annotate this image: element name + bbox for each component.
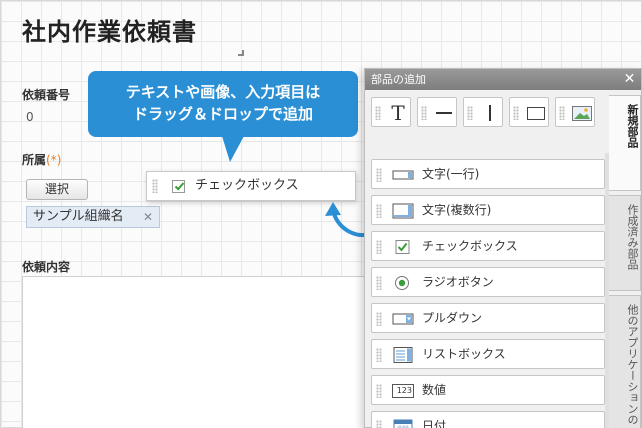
drag-grip-icon: [376, 384, 382, 398]
callout-line-1: テキストや画像、入力項目は: [125, 83, 321, 101]
part-item-dropdown[interactable]: プルダウン: [371, 303, 605, 333]
request-no-label: 依頼番号: [22, 88, 71, 102]
tab-created-parts[interactable]: 作成済み部品: [609, 195, 641, 291]
close-icon[interactable]: ✕: [622, 72, 637, 87]
tab-new-parts[interactable]: 新規部品: [609, 95, 641, 191]
part-item-single-line-text[interactable]: 文字(一行): [371, 159, 605, 189]
callout-tail: [222, 136, 244, 162]
panel-title: 部品の追加: [371, 73, 426, 86]
horizontal-line-tool[interactable]: [417, 97, 457, 127]
content-textarea[interactable]: [22, 276, 372, 428]
drag-grip-icon: [467, 106, 473, 120]
dropdown-icon: [392, 313, 414, 325]
drag-grip-icon: [375, 106, 381, 120]
parts-panel: 部品の追加 ✕ T 文字(一行) 文字(複数行) チェックボックス ラジオボタン…: [364, 68, 642, 428]
drag-grip-icon: [376, 168, 382, 182]
number-icon: 123: [392, 384, 414, 398]
drag-grip-icon: [421, 106, 427, 120]
horizontal-line-icon: [433, 98, 455, 128]
drag-grip-icon: [376, 276, 382, 290]
part-item-multi-line-text[interactable]: 文字(複数行): [371, 195, 605, 225]
image-tool[interactable]: [555, 97, 595, 127]
multi-line-text-icon: [392, 203, 414, 219]
drag-grip-icon: [376, 204, 382, 218]
dragging-checkbox-field[interactable]: チェックボックス: [146, 171, 356, 201]
part-item-label: リストボックス: [422, 347, 506, 361]
vertical-line-icon: [479, 98, 501, 128]
part-item-label: 文字(複数行): [422, 203, 492, 217]
dept-label: 所属(*): [22, 151, 61, 168]
drag-grip-icon: [376, 240, 382, 254]
number-icon-text: 123: [396, 386, 412, 395]
radio-button-icon: [395, 276, 409, 290]
content-label: 依頼内容: [22, 260, 71, 274]
calendar-icon: [393, 419, 413, 428]
drag-grip-icon: [513, 106, 519, 120]
part-item-listbox[interactable]: リストボックス: [371, 339, 605, 369]
image-icon: [571, 98, 593, 128]
checkbox-icon: [172, 180, 185, 193]
drag-grip-icon: [376, 312, 382, 326]
panel-header[interactable]: 部品の追加 ✕: [365, 69, 641, 90]
org-tag: サンプル組織名 ✕: [26, 206, 160, 228]
listbox-icon: [393, 347, 413, 363]
part-item-label: ラジオボタン: [422, 275, 494, 289]
required-mark: (*): [46, 153, 62, 167]
drag-grip-icon: [559, 106, 565, 120]
box-tool[interactable]: [509, 97, 549, 127]
text-tool[interactable]: T: [371, 97, 411, 127]
text-icon: T: [391, 101, 405, 125]
drag-grip-icon: [376, 420, 382, 428]
request-no-value: 0: [26, 110, 34, 124]
select-button[interactable]: 選択: [26, 179, 88, 200]
org-tag-label: サンプル組織名: [33, 209, 124, 224]
remove-icon[interactable]: ✕: [143, 207, 153, 227]
part-item-label: 日付: [422, 419, 447, 428]
drag-drop-callout: テキストや画像、入力項目は ドラッグ＆ドロップで追加: [88, 71, 358, 137]
callout-line-2: ドラッグ＆ドロップで追加: [132, 105, 313, 123]
checkbox-icon: [395, 240, 410, 254]
part-item-date[interactable]: 日付: [371, 411, 605, 428]
part-item-label: チェックボックス: [422, 239, 518, 253]
part-item-label: 数値: [422, 383, 447, 397]
form-title[interactable]: 社内作業依頼書: [22, 12, 197, 47]
part-item-label: 文字(一行): [422, 167, 480, 181]
box-icon: [525, 98, 547, 128]
drag-grip-icon[interactable]: [152, 179, 158, 193]
dragging-field-label: チェックボックス: [195, 178, 299, 193]
tab-other-application[interactable]: 他のアプリケーションの: [609, 295, 641, 428]
part-item-number[interactable]: 123 数値: [371, 375, 605, 405]
vertical-line-tool[interactable]: [463, 97, 503, 127]
dept-label-text: 所属: [22, 153, 47, 167]
part-item-label: プルダウン: [422, 311, 483, 325]
single-line-text-icon: [392, 170, 414, 180]
drag-grip-icon: [376, 348, 382, 362]
part-item-checkbox[interactable]: チェックボックス: [371, 231, 605, 261]
part-item-radio-button[interactable]: ラジオボタン: [371, 267, 605, 297]
title-resize-handle[interactable]: [238, 50, 244, 56]
